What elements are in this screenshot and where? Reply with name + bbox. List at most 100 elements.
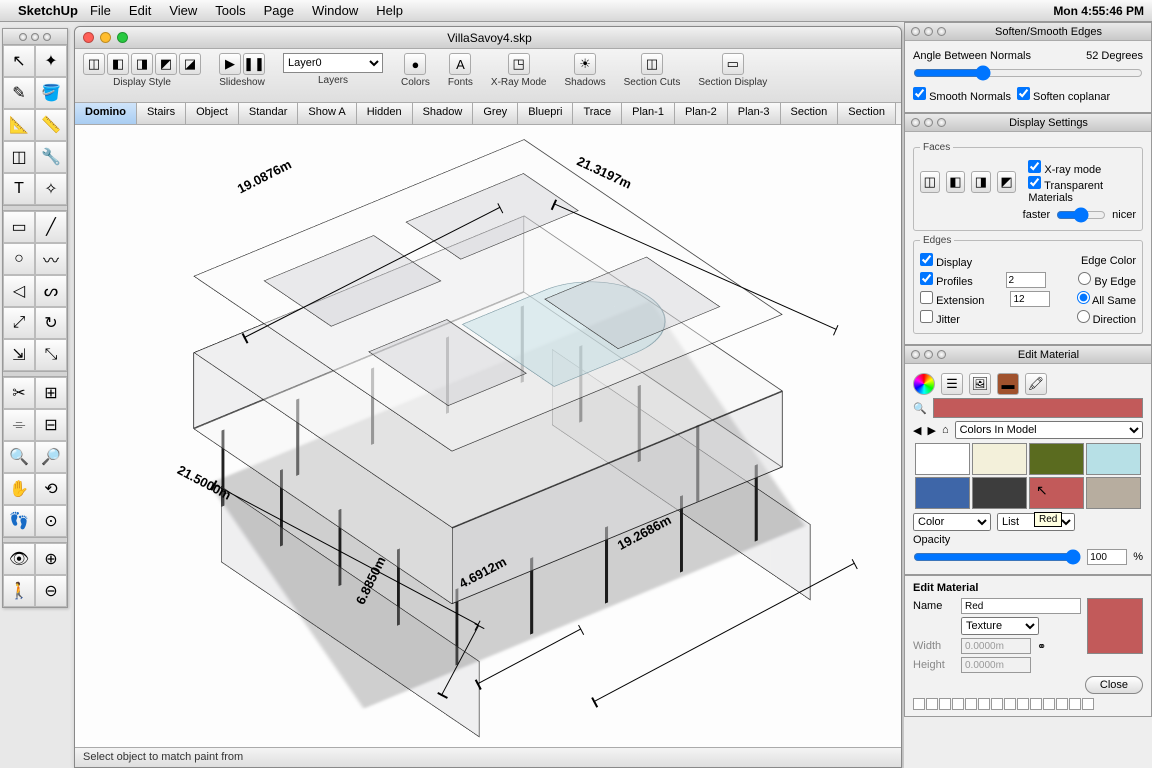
toolbar-button[interactable]: ◫ (641, 53, 663, 75)
close-window-icon[interactable] (83, 32, 94, 43)
toolbar-button[interactable]: ▭ (722, 53, 744, 75)
opacity-value[interactable] (1087, 549, 1127, 565)
scene-tab[interactable]: Show A (298, 103, 356, 124)
toolbar-button[interactable]: A (449, 53, 471, 75)
face-style-icon[interactable]: ◨ (971, 171, 991, 193)
tool-button[interactable]: ▭ (3, 211, 35, 243)
tool-button[interactable]: 📏 (35, 109, 67, 141)
tool-button[interactable]: ✧ (35, 173, 67, 205)
color-swatch[interactable] (1029, 443, 1084, 475)
soften-coplanar-checkbox[interactable]: Soften coplanar (1017, 87, 1110, 103)
tool-button[interactable]: 🪣 (35, 77, 67, 109)
profiles-checkbox[interactable]: Profiles (920, 272, 973, 288)
menu-page[interactable]: Page (264, 3, 294, 18)
all-same-radio[interactable]: All Same (1077, 291, 1136, 307)
texture-select[interactable]: Texture (961, 617, 1039, 635)
tool-button[interactable]: ⊖ (35, 575, 67, 607)
toolbar-button[interactable]: ◪ (179, 53, 201, 75)
image-palette-icon[interactable]: 🖼 (969, 373, 991, 395)
tool-button[interactable]: 📐 (3, 109, 35, 141)
toolbar-button[interactable]: ◫ (83, 53, 105, 75)
nav-back-icon[interactable]: ◀ (913, 424, 921, 437)
toolbar-button[interactable]: ◩ (155, 53, 177, 75)
scene-tab[interactable]: Hidden (357, 103, 413, 124)
recent-colors[interactable] (913, 698, 1143, 710)
document-titlebar[interactable]: VillaSavoy4.skp (75, 27, 901, 49)
scene-tab[interactable]: Stairs (137, 103, 186, 124)
transparent-checkbox[interactable]: Transparent Materials (1028, 180, 1103, 204)
direction-radio[interactable]: Direction (1077, 310, 1136, 326)
tool-button[interactable]: ✎ (3, 77, 35, 109)
tool-button[interactable]: 🚶 (3, 575, 35, 607)
nav-fwd-icon[interactable]: ▶ (927, 424, 935, 437)
face-style-icon[interactable]: ◫ (920, 171, 940, 193)
scene-tab[interactable]: Plan-2 (675, 103, 728, 124)
tool-button[interactable]: 👣 (3, 505, 35, 537)
scene-tab[interactable]: Object (186, 103, 239, 124)
extension-checkbox[interactable]: Extension (920, 291, 984, 307)
tool-button[interactable]: 👁 (3, 543, 35, 575)
home-icon[interactable]: ⌂ (942, 424, 949, 436)
list-mode-select[interactable]: List (997, 513, 1075, 531)
tool-button[interactable]: ⌯ (3, 409, 35, 441)
menu-window[interactable]: Window (312, 3, 358, 18)
angle-slider[interactable] (913, 65, 1143, 81)
link-icon[interactable]: ⚭ (1037, 640, 1046, 653)
close-button[interactable]: Close (1085, 676, 1143, 694)
scene-tab[interactable]: Trace (573, 103, 622, 124)
face-style-icon[interactable]: ◩ (997, 171, 1017, 193)
menu-help[interactable]: Help (376, 3, 403, 18)
color-wheel-icon[interactable] (913, 373, 935, 395)
tool-button[interactable]: ↻ (35, 307, 67, 339)
toolbar-button[interactable]: ◧ (107, 53, 129, 75)
tool-button[interactable]: 🔧 (35, 141, 67, 173)
scene-tab[interactable]: Section (781, 103, 839, 124)
tool-button[interactable]: ⊙ (35, 505, 67, 537)
opacity-slider[interactable] (913, 549, 1081, 565)
tool-button[interactable]: ⇲ (3, 339, 35, 371)
color-swatch[interactable] (972, 477, 1027, 509)
scene-tab[interactable]: Domino (75, 103, 137, 124)
tool-button[interactable]: 🔍 (3, 441, 35, 473)
tool-button[interactable]: ⤢ (3, 307, 35, 339)
tool-button[interactable]: ✂ (3, 377, 35, 409)
tool-button[interactable]: ⟲ (35, 473, 67, 505)
scene-tab[interactable]: Grey (473, 103, 518, 124)
crayons-icon[interactable]: 🖍 (1025, 373, 1047, 395)
scene-tab[interactable]: Bluepri (518, 103, 573, 124)
toolbar-button[interactable]: ◳ (508, 53, 530, 75)
scene-tab[interactable]: Plan-3 (728, 103, 781, 124)
tool-button[interactable]: ✋ (3, 473, 35, 505)
menu-edit[interactable]: Edit (129, 3, 151, 18)
color-swatch[interactable] (972, 443, 1027, 475)
menu-view[interactable]: View (169, 3, 197, 18)
toolbar-button[interactable]: ◨ (131, 53, 153, 75)
viewport-3d[interactable]: 19.0876m 21.3197m 21.5000m 6.8850m 4.691… (75, 125, 901, 747)
menu-file[interactable]: File (90, 3, 111, 18)
toolbar-button[interactable]: ● (404, 53, 426, 75)
color-sliders-icon[interactable]: ☰ (941, 373, 963, 395)
menu-tools[interactable]: Tools (215, 3, 245, 18)
tool-button[interactable]: ᔕ (35, 275, 67, 307)
tool-button[interactable]: T (3, 173, 35, 205)
zoom-window-icon[interactable] (117, 32, 128, 43)
tool-button[interactable]: ◁ (3, 275, 35, 307)
toolbar-button[interactable]: ☀ (574, 53, 596, 75)
profiles-value[interactable] (1006, 272, 1046, 288)
layer-select[interactable]: Layer0 (283, 53, 383, 73)
tool-button[interactable]: ✦ (35, 45, 67, 77)
scene-tab[interactable]: Standar (239, 103, 299, 124)
toolbar-button[interactable]: ❚❚ (243, 53, 265, 75)
material-name-input[interactable] (961, 598, 1081, 614)
color-swatch[interactable] (1086, 443, 1141, 475)
tool-button[interactable]: ⊞ (35, 377, 67, 409)
toolbar-button[interactable]: ▶ (219, 53, 241, 75)
tool-button[interactable]: ⊟ (35, 409, 67, 441)
tool-button[interactable]: 🔎 (35, 441, 67, 473)
jitter-checkbox[interactable]: Jitter (920, 310, 960, 326)
by-edge-radio[interactable]: By Edge (1078, 272, 1136, 288)
display-edges-checkbox[interactable]: Display (920, 253, 972, 269)
scene-tab[interactable]: Plan-1 (622, 103, 675, 124)
palette-titlebar[interactable] (3, 29, 67, 45)
color-display-select[interactable]: Color (913, 513, 991, 531)
